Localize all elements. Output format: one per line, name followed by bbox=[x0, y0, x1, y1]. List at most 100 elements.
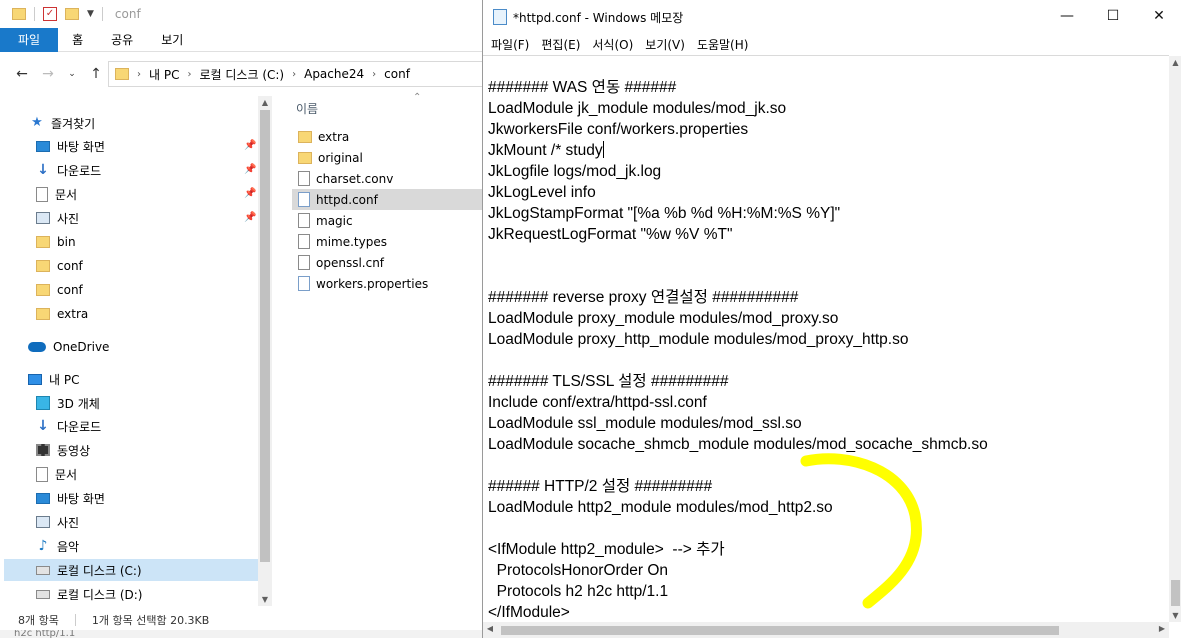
file-row[interactable]: openssl.cnf bbox=[292, 252, 482, 273]
code-line[interactable]: JkworkersFile conf/workers.properties bbox=[488, 119, 748, 140]
tab-file[interactable]: 파일 bbox=[0, 28, 59, 52]
scrollbar-thumb[interactable] bbox=[260, 110, 270, 562]
file-row[interactable]: workers.properties bbox=[292, 273, 482, 294]
scroll-down-icon[interactable]: ▼ bbox=[1169, 611, 1181, 620]
nav-item-3d-objects[interactable]: 3D 개체 bbox=[36, 392, 100, 414]
nav-item-music[interactable]: ♪ 음악 bbox=[36, 535, 80, 557]
vertical-scrollbar[interactable]: ▲ ▼ bbox=[1169, 56, 1181, 622]
navigation-scrollbar[interactable]: ▲ ▼ bbox=[258, 96, 272, 606]
nav-item-bin[interactable]: bin bbox=[36, 231, 76, 253]
code-line[interactable]: </IfModule> bbox=[488, 602, 570, 623]
code-line[interactable]: LoadModule ssl_module modules/mod_ssl.so bbox=[488, 413, 802, 434]
file-row-selected[interactable]: httpd.conf bbox=[292, 189, 482, 210]
code-line[interactable]: LoadModule proxy_http_module modules/mod… bbox=[488, 329, 908, 350]
nav-item-onedrive[interactable]: OneDrive bbox=[28, 336, 109, 358]
tab-home[interactable]: 홈 bbox=[58, 28, 97, 52]
close-icon[interactable]: ✕ bbox=[1136, 0, 1181, 33]
code-line[interactable]: JkLogLevel info bbox=[488, 182, 596, 203]
nav-item-this-pc[interactable]: 내 PC bbox=[28, 368, 79, 390]
code-line[interactable]: ####### TLS/SSL 설정 ######### bbox=[488, 371, 729, 392]
horizontal-scrollbar[interactable]: ◀ ▶ bbox=[483, 622, 1169, 638]
nav-item-documents[interactable]: 문서 bbox=[36, 463, 77, 485]
code-line[interactable]: ProtocolsHonorOrder On bbox=[488, 560, 668, 581]
file-row[interactable]: mime.types bbox=[292, 231, 482, 252]
code-line[interactable]: LoadModule http2_module modules/mod_http… bbox=[488, 497, 833, 518]
chevron-right-icon[interactable]: › bbox=[372, 69, 376, 80]
menu-edit[interactable]: 편집(E) bbox=[535, 36, 586, 53]
scrollbar-thumb[interactable] bbox=[1171, 580, 1180, 606]
nav-item-local-disk-c[interactable]: 로컬 디스크 (C:) bbox=[4, 559, 258, 581]
breadcrumb-item[interactable]: Apache24 bbox=[304, 67, 364, 81]
nav-item-extra[interactable]: extra bbox=[36, 303, 88, 325]
chevron-right-icon[interactable]: › bbox=[292, 69, 296, 80]
scroll-up-icon[interactable]: ▲ bbox=[258, 98, 272, 107]
nav-item-downloads[interactable]: ↓ 다운로드 bbox=[36, 159, 101, 181]
nav-item-label: 동영상 bbox=[57, 443, 91, 458]
up-arrow-icon[interactable]: ↑ bbox=[84, 66, 108, 82]
nav-item-conf[interactable]: conf bbox=[36, 279, 83, 301]
new-folder-icon[interactable] bbox=[65, 8, 79, 20]
recent-chevron-icon[interactable]: ⌄ bbox=[60, 69, 84, 79]
nav-item-downloads[interactable]: ↓ 다운로드 bbox=[36, 415, 101, 437]
pin-icon[interactable]: 📌 bbox=[244, 212, 256, 223]
code-line[interactable]: ####### WAS 연동 ###### bbox=[488, 77, 676, 98]
pin-icon[interactable]: 📌 bbox=[244, 188, 256, 199]
scroll-up-icon[interactable]: ▲ bbox=[1169, 58, 1181, 67]
nav-item-documents[interactable]: 문서 bbox=[36, 183, 77, 205]
tab-share[interactable]: 공유 bbox=[97, 28, 147, 52]
nav-item-desktop[interactable]: 바탕 화면 bbox=[36, 135, 105, 157]
address-bar[interactable]: › 내 PC › 로컬 디스크 (C:) › Apache24 › conf bbox=[108, 61, 488, 87]
code-line[interactable]: Protocols h2 h2c http/1.1 bbox=[488, 581, 668, 602]
file-row[interactable]: original bbox=[292, 147, 482, 168]
code-line[interactable]: JkMount /* study bbox=[488, 140, 604, 161]
properties-icon[interactable]: ✓ bbox=[43, 7, 57, 21]
nav-item-desktop[interactable]: 바탕 화면 bbox=[36, 487, 105, 509]
chevron-right-icon[interactable]: › bbox=[187, 69, 191, 80]
forward-arrow-icon[interactable]: → bbox=[36, 66, 60, 82]
chevron-right-icon[interactable]: › bbox=[137, 69, 141, 80]
nav-item-quick-access[interactable]: ★ 즐겨찾기 bbox=[30, 112, 95, 134]
nav-item-pictures[interactable]: 사진 bbox=[36, 207, 79, 229]
code-line[interactable]: LoadModule jk_module modules/mod_jk.so bbox=[488, 98, 786, 119]
nav-item-conf[interactable]: conf bbox=[36, 255, 83, 277]
code-line[interactable]: LoadModule proxy_module modules/mod_prox… bbox=[488, 308, 838, 329]
file-row[interactable]: extra bbox=[292, 126, 482, 147]
file-row[interactable]: charset.conv bbox=[292, 168, 482, 189]
file-row[interactable]: magic bbox=[292, 210, 482, 231]
code-line[interactable]: JkRequestLogFormat "%w %V %T" bbox=[488, 224, 732, 245]
breadcrumb-item[interactable]: 내 PC bbox=[149, 66, 179, 83]
back-arrow-icon[interactable]: ← bbox=[10, 66, 34, 82]
breadcrumb-item[interactable]: conf bbox=[384, 67, 410, 81]
code-line[interactable]: Include conf/extra/httpd-ssl.conf bbox=[488, 392, 707, 413]
column-header-name[interactable]: 이름 bbox=[296, 100, 318, 117]
nav-item-label: 사진 bbox=[57, 211, 80, 226]
scroll-down-icon[interactable]: ▼ bbox=[258, 595, 272, 604]
scroll-left-icon[interactable]: ◀ bbox=[483, 624, 497, 633]
code-line[interactable]: JkLogStampFormat "[%a %b %d %H:%M:%S %Y]… bbox=[488, 203, 840, 224]
menu-format[interactable]: 서식(O) bbox=[586, 36, 639, 53]
code-line[interactable]: ###### HTTP/2 설정 ######### bbox=[488, 476, 712, 497]
menu-view[interactable]: 보기(V) bbox=[639, 36, 691, 53]
scroll-right-icon[interactable]: ▶ bbox=[1155, 624, 1169, 633]
chevron-down-icon[interactable]: ▼ bbox=[87, 9, 94, 19]
text-editor[interactable]: ####### WAS 연동 ###### LoadModule jk_modul… bbox=[483, 55, 1169, 623]
file-name: workers.properties bbox=[316, 276, 429, 291]
menu-help[interactable]: 도움말(H) bbox=[691, 36, 755, 53]
scrollbar-thumb[interactable] bbox=[501, 626, 1059, 635]
code-line[interactable]: LoadModule socache_shmcb_module modules/… bbox=[488, 434, 988, 455]
nav-item-local-disk-d[interactable]: 로컬 디스크 (D:) bbox=[36, 583, 142, 605]
menu-file[interactable]: 파일(F) bbox=[485, 36, 535, 53]
nav-item-videos[interactable]: 동영상 bbox=[36, 439, 90, 461]
pin-icon[interactable]: 📌 bbox=[244, 140, 256, 151]
code-line[interactable]: ####### reverse proxy 연결설정 ########## bbox=[488, 287, 798, 308]
maximize-icon[interactable]: ☐ bbox=[1090, 0, 1136, 33]
folder-icon bbox=[36, 284, 50, 296]
nav-item-pictures[interactable]: 사진 bbox=[36, 511, 79, 533]
minimize-icon[interactable]: — bbox=[1044, 0, 1090, 33]
pin-icon[interactable]: 📌 bbox=[244, 164, 256, 175]
breadcrumb-item[interactable]: 로컬 디스크 (C:) bbox=[199, 66, 284, 83]
star-icon: ★ bbox=[31, 115, 43, 130]
code-line[interactable]: JkLogfile logs/mod_jk.log bbox=[488, 161, 661, 182]
tab-view[interactable]: 보기 bbox=[147, 28, 197, 52]
code-line[interactable]: <IfModule http2_module> --> 추가 bbox=[488, 539, 725, 560]
